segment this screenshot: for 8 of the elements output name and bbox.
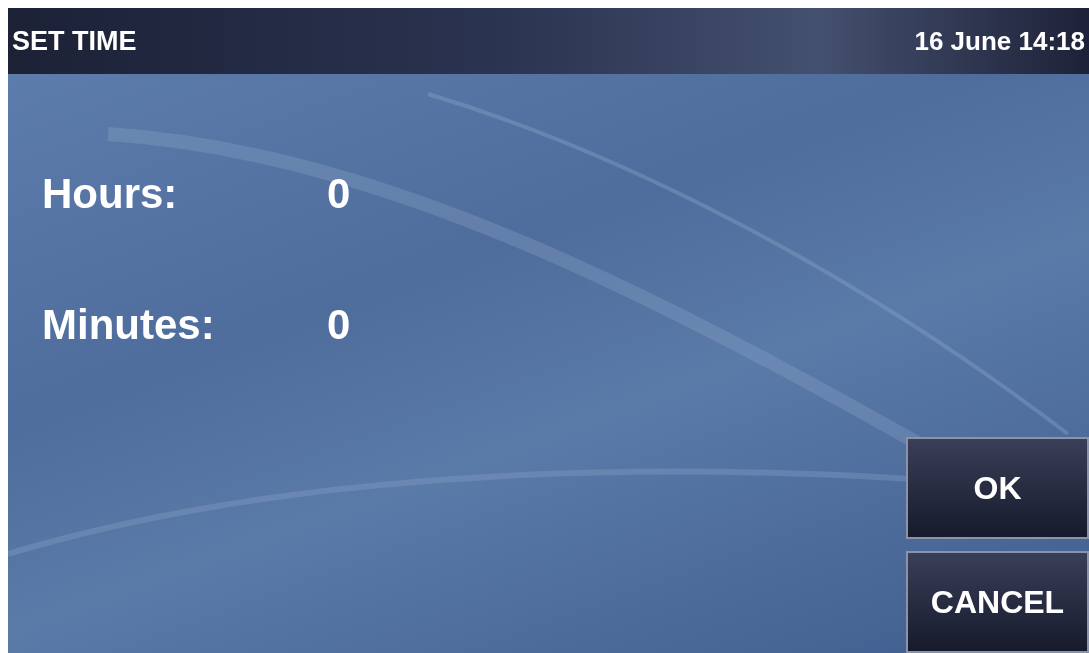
field-label: Hours: xyxy=(42,169,179,219)
date-time: 16 June 14:18 xyxy=(914,24,1085,58)
screen-title: SET TIME xyxy=(12,24,137,58)
action-button[interactable]: CANCEL xyxy=(906,551,1089,653)
field-label: Minutes: xyxy=(42,300,216,350)
action-button[interactable]: OK xyxy=(906,437,1089,539)
field-value[interactable]: 0 xyxy=(327,162,351,225)
field-value[interactable]: 0 xyxy=(327,293,351,356)
